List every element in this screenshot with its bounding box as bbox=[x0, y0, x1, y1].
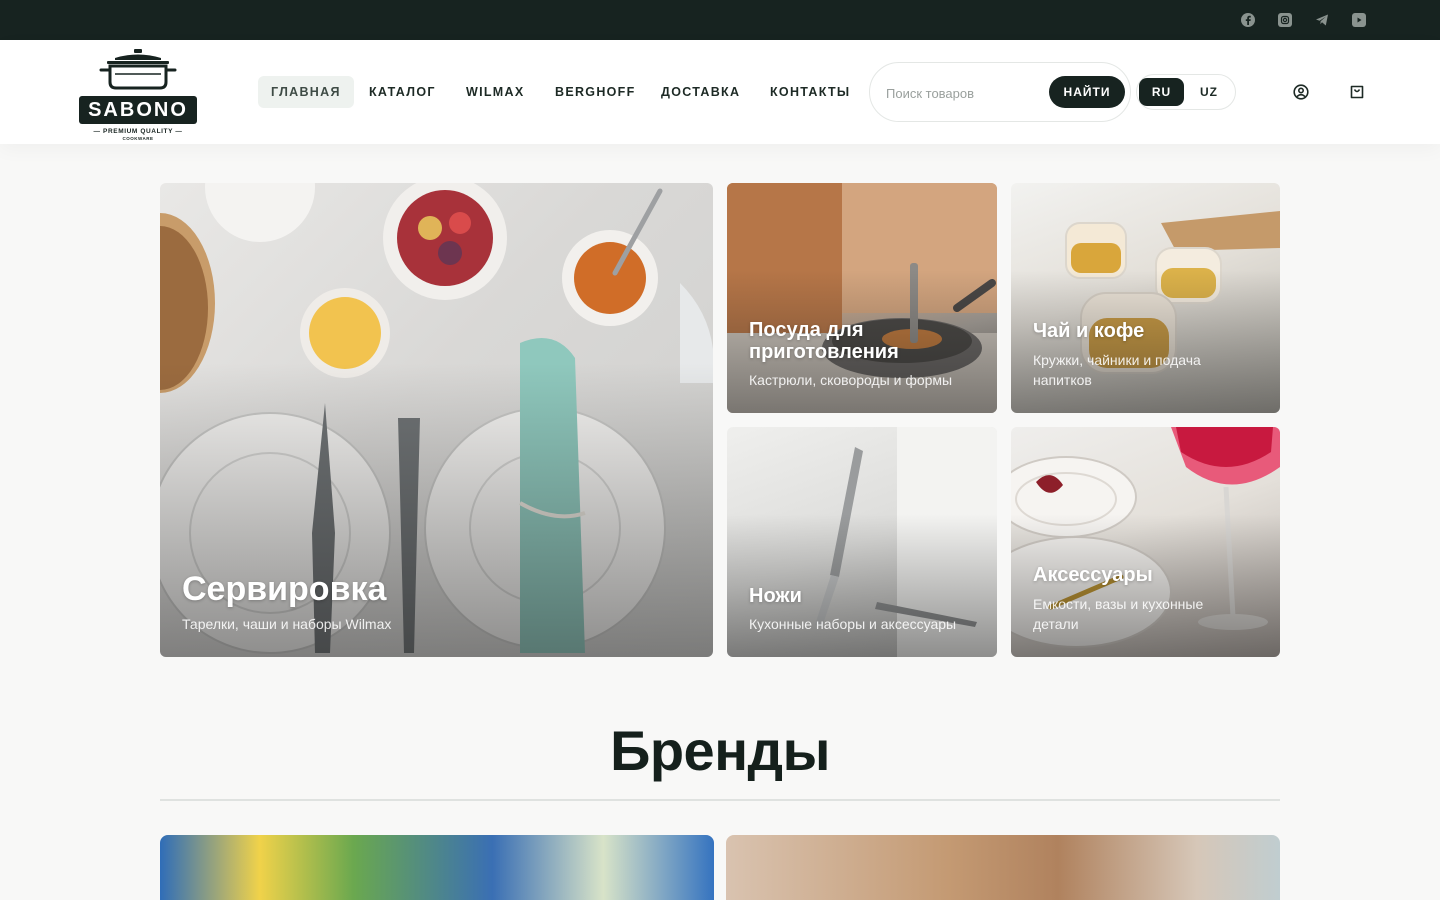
nav-wilmax[interactable]: WILMAX bbox=[466, 76, 524, 108]
category-subtitle: Кружки, чайники и подача напитков bbox=[1033, 352, 1201, 388]
category-title: Аксессуары bbox=[1033, 564, 1153, 586]
telegram-icon[interactable] bbox=[1315, 13, 1329, 27]
brands-heading: Бренды bbox=[610, 719, 830, 782]
logo-wordmark: SABONO bbox=[79, 96, 197, 124]
brands-divider bbox=[160, 799, 1280, 801]
language-switcher: RU UZ bbox=[1136, 74, 1236, 110]
category-subtitle: Кухонные наборы и аксессуары bbox=[749, 616, 957, 632]
nav-catalog[interactable]: КАТАЛОГ bbox=[369, 76, 436, 108]
card-overlay bbox=[160, 363, 713, 657]
category-title: Посуда для приготовления bbox=[749, 319, 899, 363]
nav-berghoff[interactable]: BERGHOFF bbox=[555, 76, 636, 108]
site-header: SABONO — PREMIUM QUALITY — COOKWARE ГЛАВ… bbox=[0, 40, 1440, 144]
category-title: Сервировка bbox=[182, 570, 387, 608]
category-subtitle: Емкости, вазы и кухонные детали bbox=[1033, 596, 1204, 632]
lang-uz-button[interactable]: UZ bbox=[1189, 78, 1229, 106]
category-card-cookware[interactable]: Посуда для приготовления Кастрюли, сково… bbox=[727, 183, 997, 413]
brand-card-berghoff[interactable] bbox=[726, 835, 1280, 900]
facebook-icon[interactable] bbox=[1241, 13, 1255, 27]
category-card-accessories[interactable]: Аксессуары Емкости, вазы и кухонные дета… bbox=[1011, 427, 1280, 657]
brand-card-wilmax[interactable] bbox=[160, 835, 714, 900]
search-box: НАЙТИ bbox=[869, 62, 1131, 122]
nav-home[interactable]: ГЛАВНАЯ bbox=[258, 76, 354, 108]
top-bar bbox=[0, 0, 1440, 40]
logo-subtitle: COOKWARE bbox=[122, 136, 154, 141]
cart-icon[interactable] bbox=[1349, 84, 1365, 100]
nav-contacts[interactable]: КОНТАКТЫ bbox=[770, 76, 850, 108]
search-button[interactable]: НАЙТИ bbox=[1049, 76, 1125, 108]
user-icon[interactable] bbox=[1293, 84, 1309, 100]
category-card-knives[interactable]: Ножи Кухонные наборы и аксессуары bbox=[727, 427, 997, 657]
nav-delivery[interactable]: ДОСТАВКА bbox=[661, 76, 740, 108]
search-input[interactable] bbox=[886, 82, 1046, 104]
lang-ru-button[interactable]: RU bbox=[1139, 78, 1184, 106]
pot-icon bbox=[99, 49, 177, 90]
category-title: Ножи bbox=[749, 585, 802, 607]
category-card-tea-coffee[interactable]: Чай и кофе Кружки, чайники и подача напи… bbox=[1011, 183, 1280, 413]
category-subtitle: Тарелки, чаши и наборы Wilmax bbox=[182, 616, 392, 632]
category-subtitle: Кастрюли, сковороды и формы bbox=[749, 372, 953, 388]
youtube-icon[interactable] bbox=[1352, 13, 1366, 27]
category-card-serving[interactable]: Сервировка Тарелки, чаши и наборы Wilmax bbox=[160, 183, 713, 657]
instagram-icon[interactable] bbox=[1278, 13, 1292, 27]
logo[interactable]: SABONO — PREMIUM QUALITY — COOKWARE bbox=[79, 48, 197, 141]
logo-tagline: — PREMIUM QUALITY — bbox=[93, 128, 183, 135]
category-title: Чай и кофе bbox=[1033, 320, 1145, 342]
